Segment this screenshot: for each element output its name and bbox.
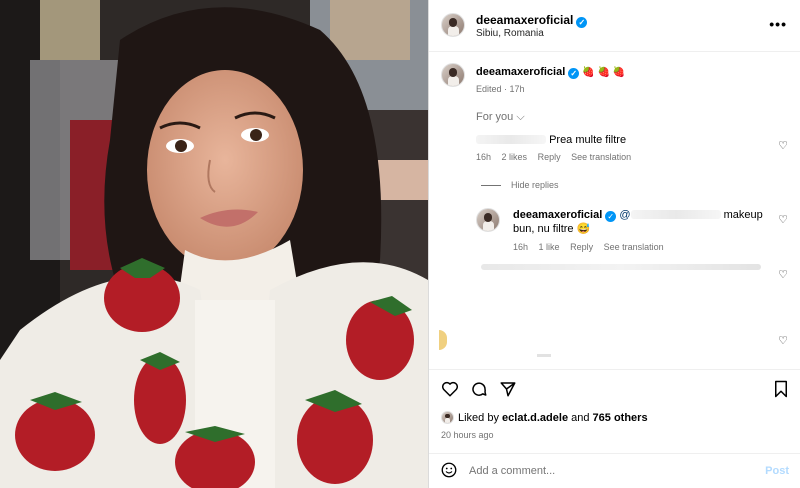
- comment-like-heart-icon[interactable]: ♡: [778, 268, 788, 281]
- author-avatar[interactable]: [441, 13, 465, 37]
- comment-item: Prea multe filtre 16h 2 likes Reply See …: [476, 134, 639, 162]
- reply-like-heart-icon[interactable]: ♡: [778, 213, 788, 226]
- comment-text: Prea multe filtre: [549, 134, 627, 146]
- author-username[interactable]: deeamaxeroficial: [476, 13, 573, 27]
- likes-count[interactable]: 765 others: [593, 412, 648, 424]
- reply-likes[interactable]: 1 like: [539, 242, 560, 252]
- caption-text: 🍓 🍓 🍓: [582, 67, 626, 78]
- reply-avatar[interactable]: [476, 208, 500, 232]
- likes-summary[interactable]: Liked by eclat.d.adele and 765 others: [441, 411, 648, 424]
- like-heart-icon[interactable]: [441, 380, 459, 401]
- comment-bubble-icon[interactable]: [470, 380, 488, 401]
- comment-placeholder: [481, 264, 761, 270]
- post-modal: deeamaxeroficial ✓ Sibiu, Romania ••• dee…: [0, 0, 800, 488]
- comment-like-heart-icon[interactable]: ♡: [778, 139, 788, 152]
- comment-reply-button[interactable]: Reply: [538, 152, 561, 162]
- reply-mention-redacted[interactable]: [630, 210, 721, 219]
- comment-translate-button[interactable]: See translation: [571, 152, 631, 162]
- reply-mention[interactable]: @: [619, 209, 630, 221]
- comment-like-heart-icon[interactable]: ♡: [778, 334, 788, 347]
- likes-middle: and: [568, 412, 593, 424]
- verified-badge-icon: ✓: [568, 68, 580, 79]
- comment-likes[interactable]: 2 likes: [502, 152, 528, 162]
- comment-composer: Post: [429, 453, 800, 488]
- caption-meta: Edited · 17h: [476, 84, 525, 94]
- comment-input[interactable]: [469, 465, 749, 477]
- emoji-picker-icon[interactable]: [440, 461, 458, 482]
- post-side-panel: deeamaxeroficial ✓ Sibiu, Romania ••• dee…: [428, 0, 800, 488]
- reply-actions: 16h 1 like Reply See translation: [513, 240, 773, 254]
- hide-replies-button[interactable]: Hide replies: [481, 180, 559, 190]
- save-bookmark-icon[interactable]: [773, 380, 789, 401]
- reply-body: deeamaxeroficial ✓ @ makeup bun, nu filtr…: [513, 208, 773, 254]
- reply-time: 16h: [513, 242, 529, 252]
- action-bar: [429, 369, 800, 409]
- reply-translate-button[interactable]: See translation: [604, 242, 664, 252]
- liker-username[interactable]: eclat.d.adele: [502, 412, 568, 424]
- hide-replies-label[interactable]: Hide replies: [511, 180, 559, 190]
- caption-avatar[interactable]: [441, 63, 465, 87]
- post-photo[interactable]: [0, 0, 428, 488]
- comment-actions: 16h 2 likes Reply See translation: [476, 152, 639, 162]
- likes-prefix: Liked by: [458, 412, 503, 424]
- post-header: deeamaxeroficial ✓ Sibiu, Romania •••: [429, 0, 800, 52]
- reply-reply-button[interactable]: Reply: [570, 242, 593, 252]
- verified-badge-icon: ✓: [576, 17, 588, 28]
- reply-text-row: deeamaxeroficial ✓ @ makeup bun, nu filtr…: [513, 208, 773, 236]
- caption-username[interactable]: deeamaxeroficial: [476, 66, 565, 78]
- post-comment-button[interactable]: Post: [765, 465, 789, 477]
- more-options-icon[interactable]: •••: [769, 16, 787, 32]
- verified-badge-icon: ✓: [605, 211, 617, 222]
- liker-avatar[interactable]: [441, 411, 454, 424]
- post-timestamp[interactable]: 20 hours ago: [441, 430, 494, 440]
- comment-body: Prea multe filtre: [476, 134, 639, 146]
- comment-username-redacted[interactable]: [476, 135, 546, 144]
- caption-row: deeamaxeroficial ✓ 🍓 🍓 🍓: [476, 66, 625, 79]
- comment-avatar-partial: [439, 330, 447, 350]
- comment-sort-dropdown[interactable]: For you ⌵: [476, 111, 525, 124]
- reply-username[interactable]: deeamaxeroficial: [513, 209, 602, 221]
- share-paper-plane-icon[interactable]: [499, 380, 517, 401]
- post-location[interactable]: Sibiu, Romania: [476, 28, 544, 39]
- comment-placeholder: [537, 354, 551, 357]
- replies-divider: [481, 185, 501, 187]
- author-username-row[interactable]: deeamaxeroficial ✓: [476, 13, 588, 28]
- comment-time: 16h: [476, 152, 492, 162]
